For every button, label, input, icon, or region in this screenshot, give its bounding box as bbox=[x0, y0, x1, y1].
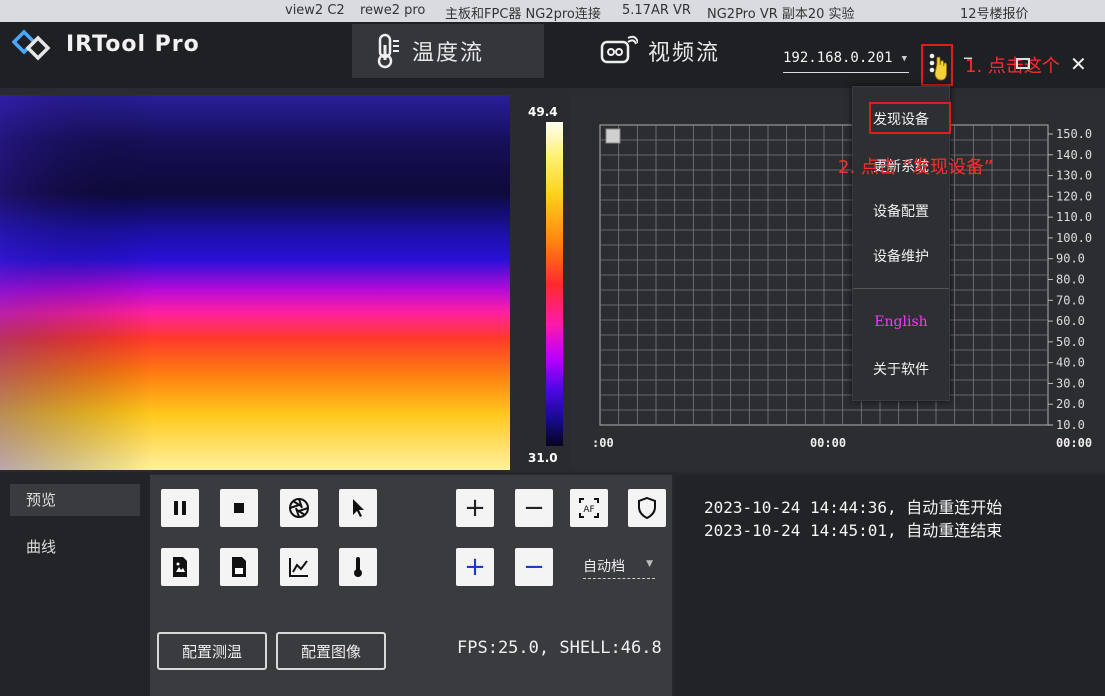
more-menu-button[interactable] bbox=[921, 44, 953, 86]
y-tick-label: 50.0 bbox=[1056, 335, 1085, 349]
tab-temperature-label: 温度流 bbox=[412, 41, 485, 66]
svg-text:AF: AF bbox=[583, 505, 594, 515]
y-tick-label: 120.0 bbox=[1056, 189, 1092, 203]
close-icon[interactable]: ✕ bbox=[1070, 52, 1087, 76]
color-scale-bar bbox=[546, 122, 563, 446]
y-tick-label: 10.0 bbox=[1056, 418, 1085, 432]
shield-button[interactable] bbox=[628, 489, 666, 527]
minimize-icon[interactable]: – bbox=[963, 45, 973, 69]
gain-mode-select[interactable]: 自动档 ▼ bbox=[583, 556, 655, 579]
more-vertical-icon bbox=[929, 53, 947, 81]
y-tick-label: 130.0 bbox=[1056, 169, 1092, 183]
x-tick-label: :00 bbox=[592, 436, 614, 450]
menu-item-english[interactable]: English bbox=[853, 314, 949, 330]
x-tick-label: 00:00 bbox=[810, 436, 846, 450]
menu-divider bbox=[853, 288, 949, 289]
stop-icon bbox=[234, 503, 244, 513]
y-tick-label: 110.0 bbox=[1056, 210, 1092, 224]
menu-item-device-config[interactable]: 设备配置 bbox=[853, 201, 949, 221]
log-line: 2023-10-24 14:44:36, 自动重连开始 bbox=[704, 498, 1003, 517]
save-image-button[interactable] bbox=[161, 548, 199, 586]
taskbar-item[interactable]: view2 C2 bbox=[285, 3, 345, 18]
camera-icon bbox=[600, 35, 638, 64]
chevron-down-icon: ▼ bbox=[901, 54, 907, 64]
cursor-arrow-icon bbox=[353, 499, 364, 517]
annotation-step-1: 1. 点击这个 bbox=[965, 56, 1060, 77]
focus-plus-button[interactable]: + bbox=[456, 548, 494, 586]
shutter-button[interactable] bbox=[280, 489, 318, 527]
device-ip-select[interactable]: 192.168.0.201 ▼ bbox=[783, 50, 909, 73]
y-tick-label: 80.0 bbox=[1056, 273, 1085, 287]
thermometer-icon bbox=[377, 33, 399, 69]
zoom-out-button[interactable]: − bbox=[515, 489, 553, 527]
select-cursor-button[interactable] bbox=[339, 489, 377, 527]
taskbar-item[interactable]: 5.17AR VR bbox=[622, 3, 691, 18]
sidebar-item-preview[interactable]: 预览 bbox=[10, 484, 140, 516]
y-tick-label: 40.0 bbox=[1056, 356, 1085, 370]
annotation-step-2: 2. 点击 “发现设备” bbox=[838, 157, 994, 178]
y-tick-label: 90.0 bbox=[1056, 252, 1085, 266]
temperature-chart[interactable]: 150.0 140.0 130.0 120.0 110.0 100.0 90.0 80.0 70… bbox=[570, 95, 1105, 470]
stop-button[interactable] bbox=[220, 489, 258, 527]
colorbar-min-label: 31.0 bbox=[528, 451, 558, 465]
auto-focus-button[interactable]: AF bbox=[570, 489, 608, 527]
tab-temperature-stream[interactable]: 温度流 bbox=[352, 24, 544, 78]
temperature-probe-button[interactable] bbox=[339, 548, 377, 586]
highlight-box-discover bbox=[869, 102, 951, 134]
app-logo-icon bbox=[12, 29, 51, 61]
taskbar-item[interactable]: 12号楼报价 bbox=[960, 3, 1029, 22]
y-tick-label: 30.0 bbox=[1056, 376, 1085, 390]
tab-video-label: 视频流 bbox=[648, 41, 721, 66]
y-tick-label: 20.0 bbox=[1056, 397, 1085, 411]
maximize-icon[interactable] bbox=[1016, 58, 1030, 69]
log-line: 2023-10-24 14:45:01, 自动重连结束 bbox=[704, 521, 1003, 540]
x-tick-label: 00:00 bbox=[1056, 436, 1092, 450]
menu-item-device-maintenance[interactable]: 设备维护 bbox=[853, 246, 949, 266]
taskbar-item[interactable]: NG2Pro VR 副本20 实验 bbox=[707, 3, 855, 22]
shield-icon bbox=[638, 496, 656, 520]
os-taskbar: view2 C2 rewe2 pro 主板和FPC器 NG2pro连接 5.17… bbox=[0, 0, 1105, 22]
gain-mode-value: 自动档 bbox=[583, 559, 625, 575]
colorbar-max-label: 49.4 bbox=[528, 105, 558, 119]
focus-minus-label: − bbox=[523, 552, 545, 582]
save-file-button[interactable] bbox=[220, 548, 258, 586]
chart-corner-marker bbox=[605, 128, 621, 144]
zoom-in-button[interactable]: + bbox=[456, 489, 494, 527]
menu-item-about[interactable]: 关于软件 bbox=[853, 359, 949, 379]
y-tick-label: 140.0 bbox=[1056, 148, 1092, 162]
device-ip-value: 192.168.0.201 bbox=[783, 50, 893, 66]
focus-af-icon: AF bbox=[579, 498, 599, 518]
thermometer-small-icon bbox=[354, 557, 362, 577]
taskbar-item[interactable]: rewe2 pro bbox=[360, 3, 425, 18]
y-tick-label: 150.0 bbox=[1056, 127, 1092, 141]
zoom-in-label: + bbox=[464, 493, 486, 523]
shutter-icon bbox=[289, 498, 309, 518]
focus-plus-label: + bbox=[464, 552, 486, 582]
taskbar-item[interactable]: 主板和FPC器 NG2pro连接 bbox=[445, 3, 601, 22]
focus-minus-button[interactable]: − bbox=[515, 548, 553, 586]
config-image-button[interactable]: 配置图像 bbox=[276, 632, 386, 670]
pause-icon bbox=[174, 501, 186, 515]
tab-video-stream[interactable]: 视频流 bbox=[580, 24, 740, 78]
document-save-icon bbox=[232, 557, 246, 577]
trend-chart-button[interactable] bbox=[280, 548, 318, 586]
chevron-down-icon: ▼ bbox=[646, 559, 653, 569]
app-title: IRTool Pro bbox=[66, 32, 200, 57]
y-tick-label: 70.0 bbox=[1056, 293, 1085, 307]
y-tick-label: 60.0 bbox=[1056, 314, 1085, 328]
fps-status: FPS:25.0, SHELL:46.8 bbox=[457, 638, 662, 658]
config-temperature-button[interactable]: 配置测温 bbox=[157, 632, 267, 670]
line-chart-icon bbox=[289, 558, 308, 577]
image-file-icon bbox=[173, 557, 187, 577]
thermal-image-view[interactable] bbox=[0, 95, 510, 470]
y-tick-label: 100.0 bbox=[1056, 231, 1092, 245]
zoom-out-label: − bbox=[523, 493, 545, 523]
sidebar-item-curve[interactable]: 曲线 bbox=[10, 531, 140, 563]
pause-button[interactable] bbox=[161, 489, 199, 527]
